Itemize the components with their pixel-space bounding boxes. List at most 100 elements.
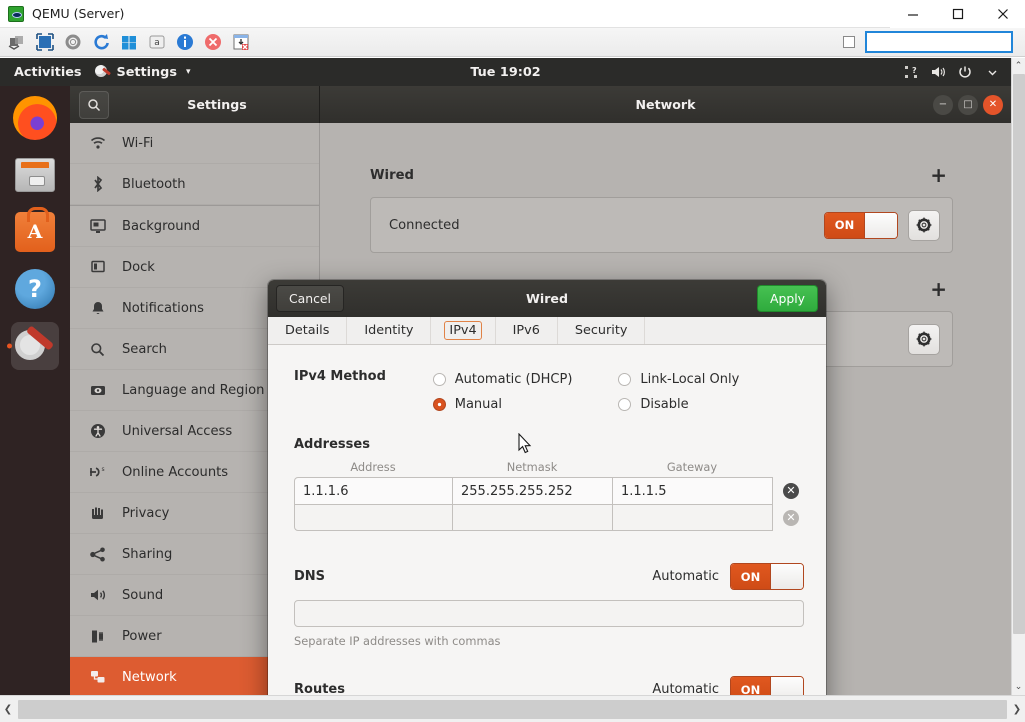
close-red-icon[interactable]	[203, 32, 223, 52]
settings-gear-icon[interactable]	[63, 32, 83, 52]
tab-label: Identity	[360, 322, 417, 339]
dns-section-header: DNS Automatic ON	[294, 563, 804, 590]
gateway-input[interactable]: 1.1.1.5	[612, 477, 773, 504]
ubuntu-software-icon	[15, 212, 55, 252]
scroll-left-arrow-icon[interactable]: ❮	[0, 700, 16, 718]
ipv4-method-column-left: Automatic (DHCP) Manual	[433, 367, 619, 417]
dock-item-firefox[interactable]	[11, 94, 59, 142]
add-connection-button-2[interactable]: +	[924, 279, 953, 299]
settings-title: Settings	[115, 97, 319, 112]
radio-circle-icon	[618, 373, 631, 386]
search-icon[interactable]	[79, 91, 109, 119]
wifi-icon	[89, 136, 106, 150]
bluetooth-icon	[89, 176, 106, 192]
tab-ipv6[interactable]: IPv6	[496, 317, 558, 344]
dock-item-files[interactable]	[11, 151, 59, 199]
qemu-window-title: QEMU (Server)	[32, 6, 124, 21]
address-input[interactable]: 1.1.1.6	[294, 477, 453, 504]
reset-refresh-icon[interactable]	[91, 32, 111, 52]
tab-details[interactable]: Details	[268, 317, 347, 344]
delete-address-button[interactable]: ✕	[778, 477, 804, 504]
add-connection-button[interactable]: +	[924, 165, 953, 185]
wired-connection-row[interactable]: Connected ON	[370, 197, 953, 253]
search-icon	[89, 342, 106, 357]
gnome-status-tray[interactable]: ?	[903, 64, 1011, 80]
sidebar-item-wi-fi[interactable]: Wi-Fi	[70, 123, 319, 164]
gear-icon[interactable]	[908, 210, 940, 241]
scroll-down-arrow-icon[interactable]: ⌄	[1012, 679, 1025, 695]
accessibility-icon[interactable]: ?	[903, 64, 919, 80]
vertical-scrollbar[interactable]: ⌃ ⌄	[1011, 58, 1025, 695]
info-icon[interactable]	[175, 32, 195, 52]
horizontal-scroll-thumb[interactable]	[18, 700, 1007, 719]
radio-label: Automatic (DHCP)	[455, 372, 573, 387]
sidebar-item-label: Sound	[122, 588, 163, 603]
fullscreen-icon[interactable]	[35, 32, 55, 52]
dns-automatic-toggle[interactable]: ON	[730, 563, 804, 590]
app-menu-button[interactable]: Settings ▾	[94, 64, 191, 80]
cancel-button[interactable]: Cancel	[276, 285, 344, 312]
sidebar-item-label: Dock	[122, 260, 155, 275]
addresses-heading: Addresses	[294, 437, 804, 452]
dns-automatic-control: Automatic ON	[652, 563, 804, 590]
scroll-up-arrow-icon[interactable]: ⌃	[1012, 58, 1025, 74]
settings-maximize-button[interactable]: □	[958, 95, 978, 115]
radio-manual[interactable]: Manual	[433, 392, 619, 417]
radio-disable[interactable]: Disable	[618, 392, 804, 417]
routes-automatic-label: Automatic	[652, 682, 719, 695]
wired-toggle[interactable]: ON	[824, 212, 898, 239]
gateway-input[interactable]	[612, 504, 773, 531]
scroll-right-arrow-icon[interactable]: ❯	[1009, 700, 1025, 718]
settings-close-button[interactable]: ✕	[983, 95, 1003, 115]
netmask-input[interactable]: 255.255.255.252	[452, 477, 613, 504]
sidebar-item-label: Power	[122, 629, 162, 644]
tab-label: Security	[571, 322, 632, 339]
tab-label: IPv6	[509, 322, 544, 339]
second-row-controls	[908, 324, 940, 355]
delete-circle-icon: ✕	[783, 510, 799, 526]
activities-button[interactable]: Activities	[0, 65, 94, 80]
settings-app-icon	[94, 64, 110, 80]
ctrl-alt-del-icon[interactable]: a	[147, 32, 167, 52]
horizontal-scrollbar[interactable]: ❮ ❯	[0, 695, 1025, 722]
toggle-knob	[770, 677, 803, 695]
online-accounts-icon: s	[89, 465, 106, 479]
address-input[interactable]	[294, 504, 453, 531]
qemu-toolbar-checkbox[interactable]	[843, 36, 855, 48]
dns-servers-input[interactable]	[294, 600, 804, 627]
sidebar-item-background[interactable]: Background	[70, 206, 319, 247]
radio-link-local-only[interactable]: Link-Local Only	[618, 367, 804, 392]
power-icon[interactable]	[957, 64, 973, 80]
qemu-maximize-button[interactable]	[935, 0, 980, 28]
address-row: 1.1.1.6 255.255.255.252 1.1.1.5 ✕	[294, 477, 804, 504]
tab-ipv4[interactable]: IPv4	[431, 317, 495, 344]
netmask-input[interactable]	[452, 504, 613, 531]
svg-text:?: ?	[912, 66, 917, 75]
apply-button[interactable]: Apply	[757, 285, 818, 312]
chevron-down-icon[interactable]	[984, 64, 1000, 80]
settings-minimize-button[interactable]: −	[933, 95, 953, 115]
dock-item-help[interactable]: ?	[11, 265, 59, 313]
dns-hint: Separate IP addresses with commas	[294, 634, 804, 648]
column-header-netmask: Netmask	[452, 460, 612, 474]
qemu-minimize-button[interactable]	[890, 0, 935, 28]
screenshot-icon[interactable]	[231, 32, 251, 52]
volume-icon[interactable]	[930, 64, 946, 80]
qemu-toolbar-input[interactable]	[865, 31, 1013, 53]
tab-identity[interactable]: Identity	[347, 317, 431, 344]
windows-key-icon[interactable]	[119, 32, 139, 52]
vertical-scroll-thumb[interactable]	[1013, 74, 1025, 634]
delete-address-button[interactable]: ✕	[778, 504, 804, 531]
radio-automatic-dhcp[interactable]: Automatic (DHCP)	[433, 367, 619, 392]
sidebar-item-bluetooth[interactable]: Bluetooth	[70, 164, 319, 205]
radio-circle-icon	[618, 398, 631, 411]
gear-icon[interactable]	[908, 324, 940, 355]
toggle-on-label: ON	[825, 213, 864, 238]
dock-item-ubuntu-software[interactable]	[11, 208, 59, 256]
qemu-close-button[interactable]	[980, 0, 1025, 28]
tab-security[interactable]: Security	[558, 317, 646, 344]
routes-automatic-toggle[interactable]: ON	[730, 676, 804, 695]
grab-input-icon[interactable]	[7, 32, 27, 52]
wired-settings-dialog: Cancel Wired Apply Details Identity IPv4…	[268, 280, 826, 695]
dock-item-settings[interactable]	[11, 322, 59, 370]
